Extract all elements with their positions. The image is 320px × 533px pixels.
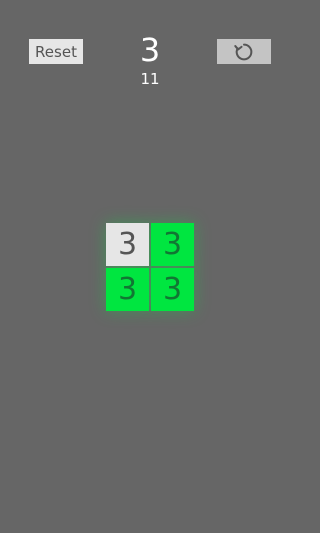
restart-icon bbox=[234, 43, 253, 60]
tile-4[interactable]: 3 bbox=[151, 268, 194, 311]
move-counter: 11 bbox=[140, 70, 160, 88]
game-board: 3 3 3 3 bbox=[106, 223, 194, 311]
tile-3[interactable]: 3 bbox=[106, 268, 149, 311]
tile-2[interactable]: 3 bbox=[151, 223, 194, 266]
tile-1[interactable]: 3 bbox=[106, 223, 149, 266]
restart-button[interactable] bbox=[217, 39, 271, 64]
